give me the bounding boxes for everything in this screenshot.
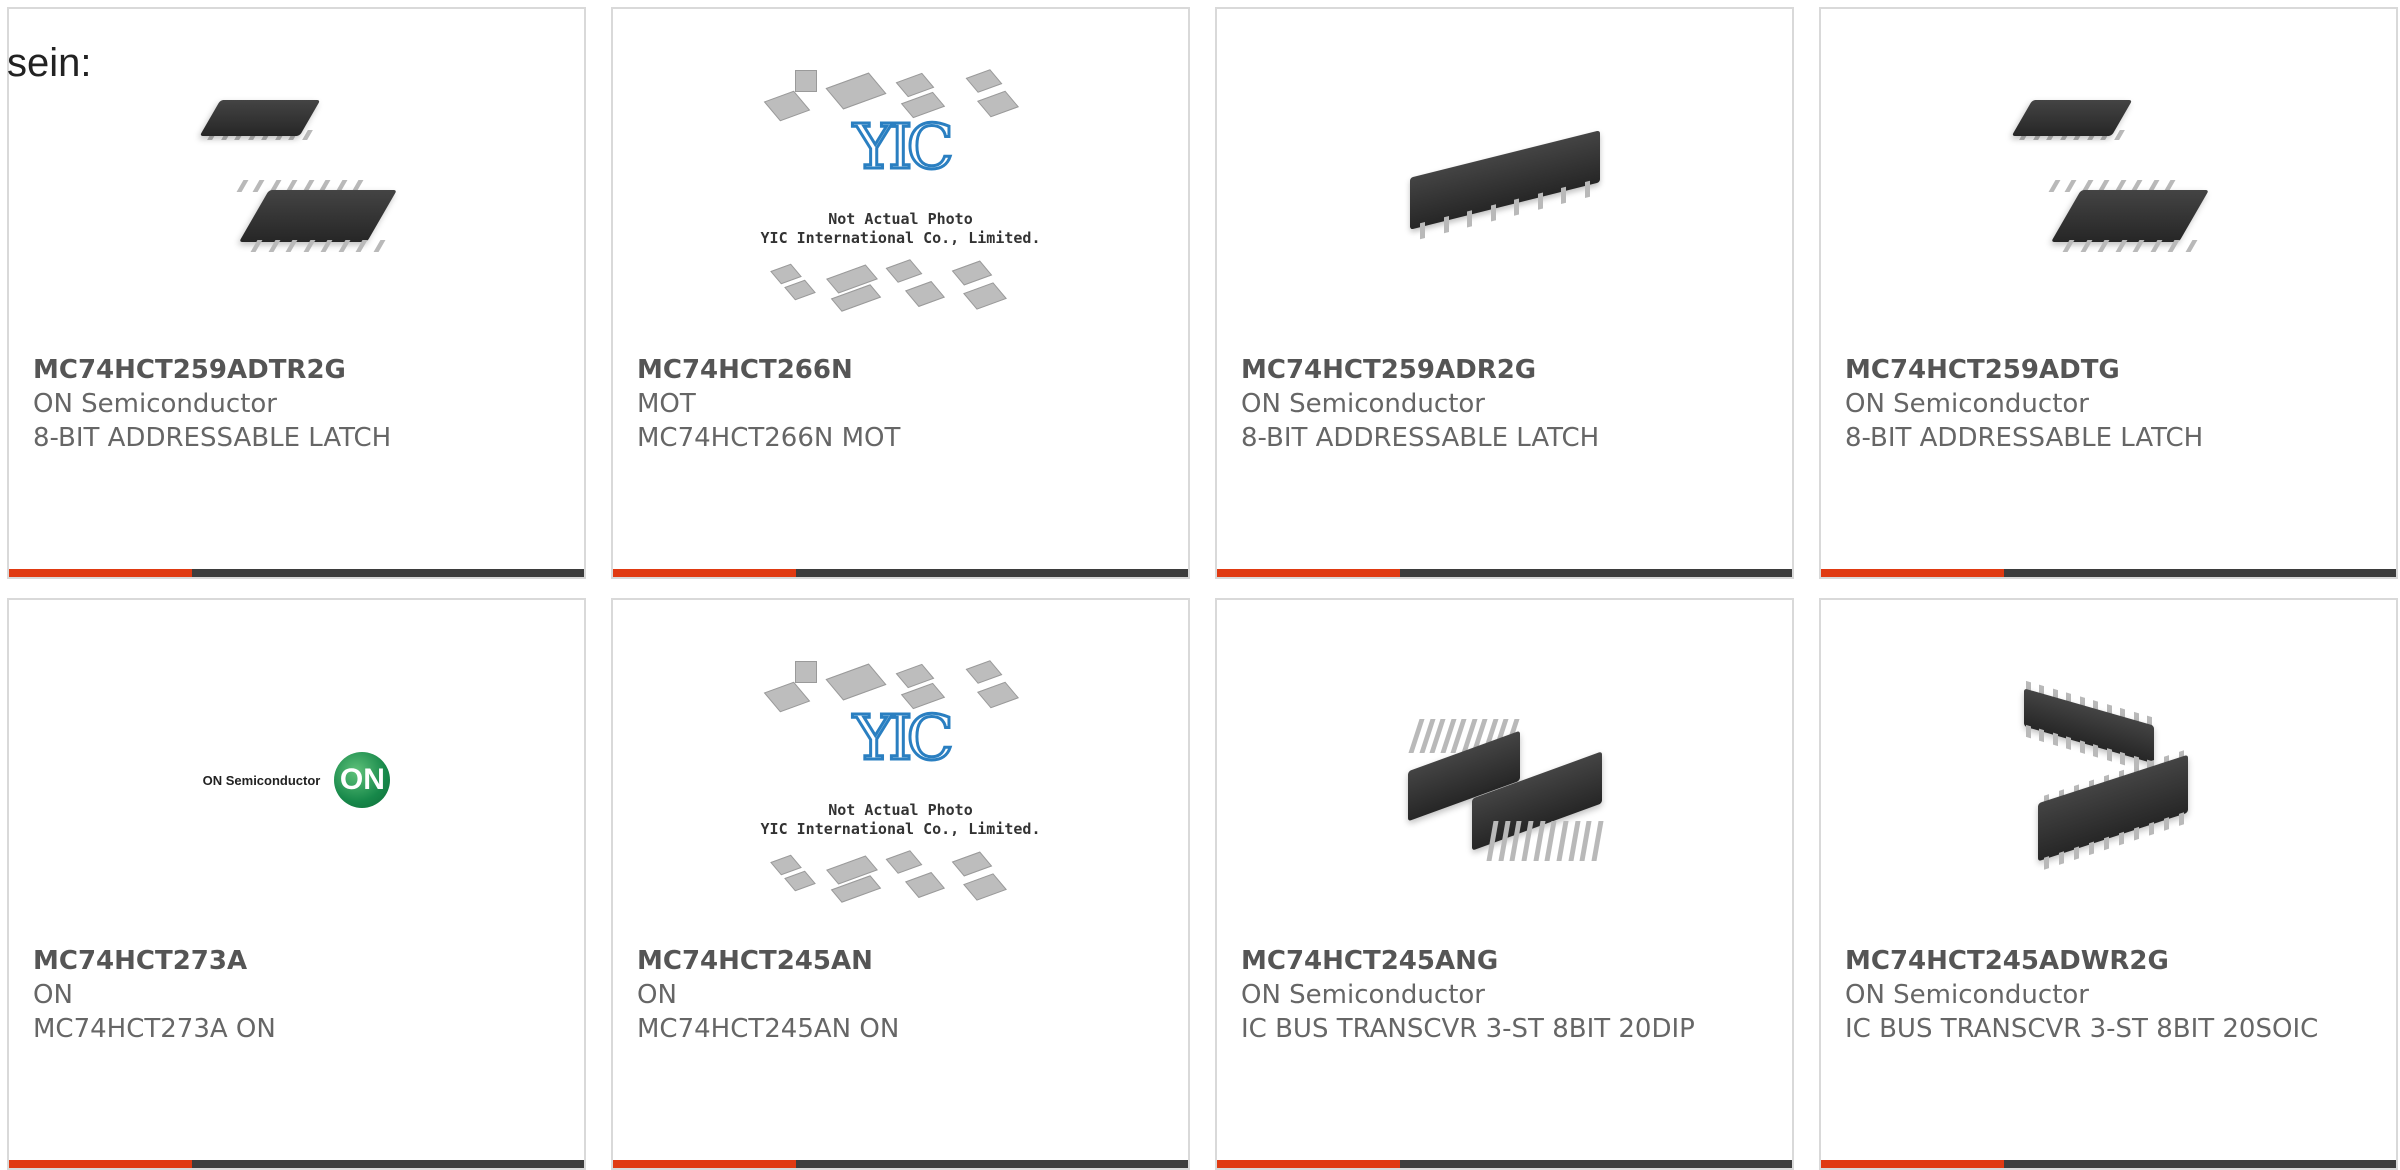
part-number[interactable]: MC74HCT245ANG <box>1241 944 1778 978</box>
card-bar <box>613 1160 1188 1168</box>
description: MC74HCT245AN ON <box>637 1014 900 1044</box>
brand-text: ON Semiconductor <box>202 772 321 788</box>
part-number[interactable]: MC74HCT259ADR2G <box>1241 353 1778 387</box>
manufacturer: ON Semiconductor <box>1845 980 2089 1010</box>
part-number[interactable]: MC74HCT259ADTG <box>1845 353 2382 387</box>
manufacturer: ON Semiconductor <box>1845 389 2089 419</box>
description: MC74HCT266N MOT <box>637 423 901 453</box>
manufacturer: ON <box>637 980 677 1010</box>
yic-logo: YIC <box>852 701 956 774</box>
product-image[interactable] <box>1821 655 2396 905</box>
description: 8-BIT ADDRESSABLE LATCH <box>1845 423 2204 453</box>
product-card[interactable]: YIC Not Actual Photo YIC International C… <box>611 7 1190 579</box>
product-image[interactable]: YIC Not Actual Photo YIC International C… <box>613 655 1188 905</box>
description: MC74HCT273A ON <box>33 1014 276 1044</box>
manufacturer: MOT <box>637 389 696 419</box>
card-bar <box>1217 1160 1792 1168</box>
yic-placeholder-photo: YIC Not Actual Photo YIC International C… <box>761 655 1041 905</box>
product-card[interactable]: MC74HCT259ADR2G ON Semiconductor 8-BIT A… <box>1215 7 1794 579</box>
soic-package-photo <box>1400 84 1610 294</box>
intro-text: sein: <box>7 41 92 85</box>
product-image[interactable] <box>1821 64 2396 314</box>
product-image[interactable] <box>9 64 584 314</box>
part-number[interactable]: MC74HCT245AN <box>637 944 1174 978</box>
product-card[interactable]: MC74HCT245ADWR2G ON Semiconductor IC BUS… <box>1819 598 2398 1170</box>
photo-caption: Not Actual Photo <box>828 210 973 228</box>
part-number[interactable]: MC74HCT273A <box>33 944 570 978</box>
on-semiconductor-logo: ON Semiconductor ON <box>203 752 391 808</box>
manufacturer: ON Semiconductor <box>1241 980 1485 1010</box>
part-number[interactable]: MC74HCT245ADWR2G <box>1845 944 2382 978</box>
card-bar <box>1821 1160 2396 1168</box>
product-card[interactable]: MC74HCT245ANG ON Semiconductor IC BUS TR… <box>1215 598 1794 1170</box>
manufacturer: ON <box>33 980 73 1010</box>
card-bar <box>613 569 1188 577</box>
yic-placeholder-photo: YIC Not Actual Photo YIC International C… <box>761 64 1041 314</box>
card-bar <box>9 569 584 577</box>
tssop-package-photo <box>2004 84 2214 294</box>
soic-wide-package-photo <box>2004 675 2214 885</box>
product-image[interactable]: YIC Not Actual Photo YIC International C… <box>613 64 1188 314</box>
tssop-package-photo <box>192 84 402 294</box>
product-image[interactable] <box>1217 655 1792 905</box>
manufacturer: ON Semiconductor <box>1241 389 1485 419</box>
product-card[interactable]: MC74HCT259ADTR2G ON Semiconductor 8-BIT … <box>7 7 586 579</box>
manufacturer: ON Semiconductor <box>33 389 277 419</box>
on-logo-icon: ON <box>334 752 391 808</box>
description: IC BUS TRANSCVR 3-ST 8BIT 20SOIC <box>1845 1014 2319 1044</box>
product-card[interactable]: MC74HCT259ADTG ON Semiconductor 8-BIT AD… <box>1819 7 2398 579</box>
photo-company: YIC International Co., Limited. <box>760 229 1041 247</box>
description: 8-BIT ADDRESSABLE LATCH <box>33 423 392 453</box>
dip-package-photo <box>1400 675 1610 885</box>
yic-logo: YIC <box>852 110 956 183</box>
photo-caption: Not Actual Photo <box>828 801 973 819</box>
product-image[interactable]: ON Semiconductor ON <box>9 655 584 905</box>
part-number[interactable]: MC74HCT259ADTR2G <box>33 353 570 387</box>
description: IC BUS TRANSCVR 3-ST 8BIT 20DIP <box>1241 1014 1695 1044</box>
product-image[interactable] <box>1217 64 1792 314</box>
card-bar <box>9 1160 584 1168</box>
description: 8-BIT ADDRESSABLE LATCH <box>1241 423 1600 453</box>
part-number[interactable]: MC74HCT266N <box>637 353 1174 387</box>
card-bar <box>1821 569 2396 577</box>
product-card[interactable]: YIC Not Actual Photo YIC International C… <box>611 598 1190 1170</box>
photo-company: YIC International Co., Limited. <box>760 820 1041 838</box>
card-bar <box>1217 569 1792 577</box>
product-card[interactable]: ON Semiconductor ON MC74HCT273A ON MC74H… <box>7 598 586 1170</box>
